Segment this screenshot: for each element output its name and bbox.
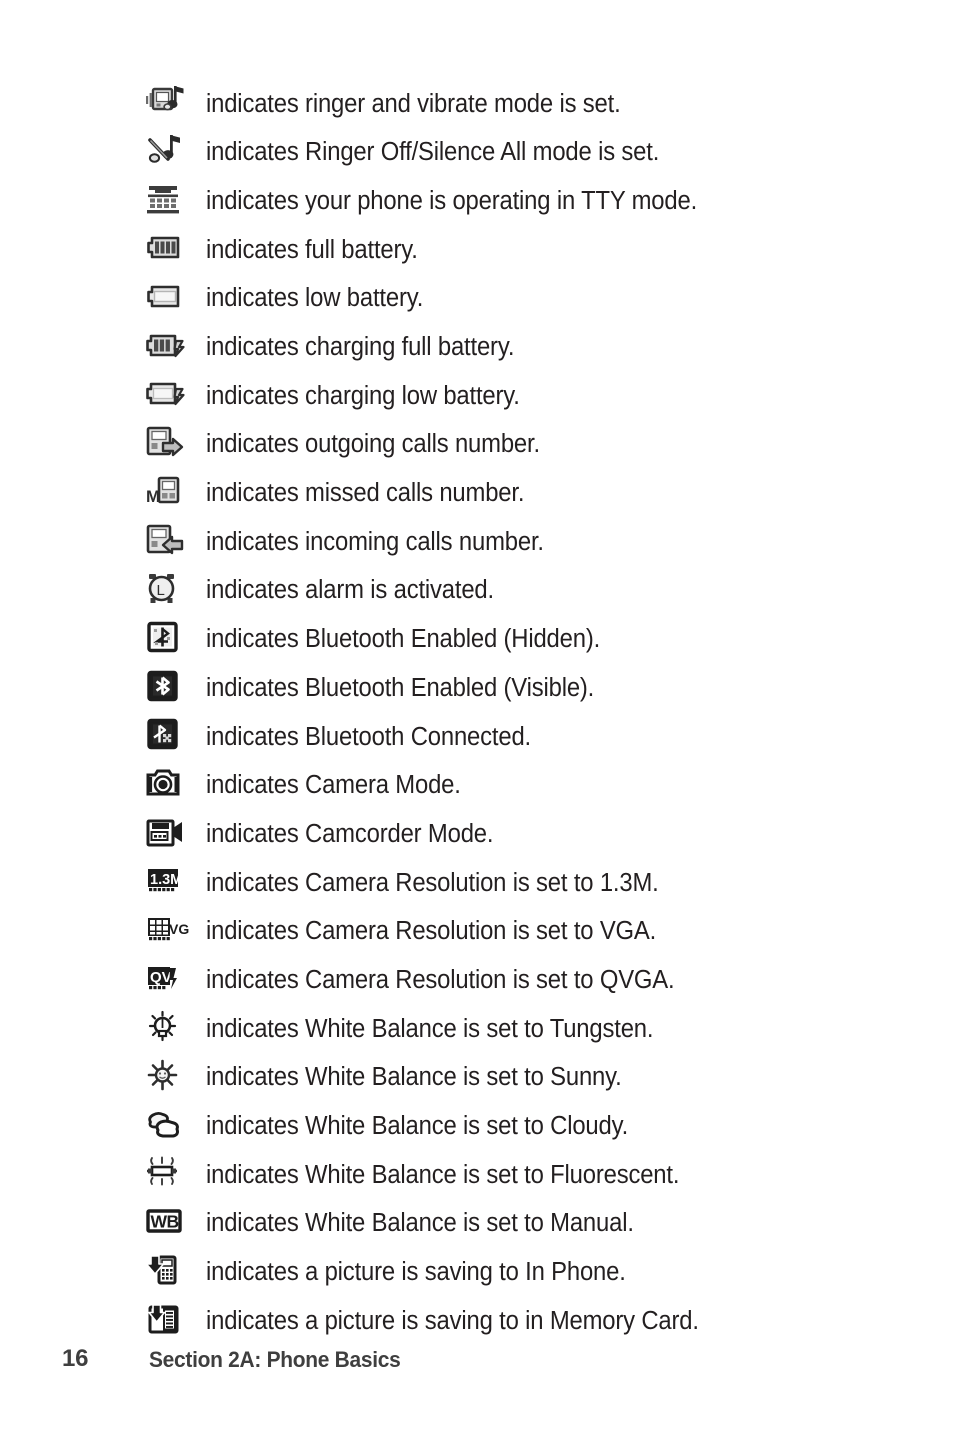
camera-resolution-vga-icon: VGA [144,910,206,952]
list-item-label: indicates your phone is operating in TTY… [206,186,698,215]
list-item: indicates incoming calls number. [144,517,904,566]
white-balance-manual-label: WB [151,1212,179,1232]
phone-status-icon-list: indicates ringer and vibrate mode is set… [144,79,904,1345]
alarm-clock-icon: L [144,569,206,611]
list-item: VGA indicates Camera Resolution is set t… [144,907,904,956]
camcorder-mode-icon [144,813,206,855]
list-item-label: indicates White Balance is set to Tungst… [206,1014,654,1043]
list-item-label: indicates a picture is saving to in Memo… [206,1306,699,1335]
list-item: indicates full battery. [144,225,904,274]
list-item: indicates outgoing calls number. [144,420,904,469]
battery-low-icon [144,277,206,319]
list-item: indicates charging low battery. [144,371,904,420]
list-item: L indicates alarm is activated. [144,566,904,615]
list-item: indicates Bluetooth Enabled (Hidden). [144,615,904,664]
list-item-label: indicates Ringer Off/Silence All mode is… [206,138,660,167]
list-item: indicates Camera Mode. [144,761,904,810]
page-number: 16 [62,1345,89,1372]
list-item: WB indicates White Balance is set to Man… [144,1199,904,1248]
list-item: 1.3M indicates Camera Resolution is set … [144,858,904,907]
list-item-label: indicates outgoing calls number. [206,430,540,459]
white-balance-fluorescent-icon [144,1153,206,1195]
outgoing-calls-icon [144,423,206,465]
ringer-vibrate-icon [144,82,206,124]
camera-mode-icon [144,764,206,806]
list-item-label: indicates Camcorder Mode. [206,819,494,848]
list-item-label: indicates White Balance is set to Sunny. [206,1063,622,1092]
battery-full-icon [144,228,206,270]
list-item: indicates White Balance is set to Cloudy… [144,1101,904,1150]
white-balance-manual-icon: WB [144,1202,206,1244]
list-item: indicates charging full battery. [144,322,904,371]
ringer-off-silence-all-icon [144,131,206,173]
white-balance-sunny-icon [144,1056,206,1098]
list-item-label: indicates Bluetooth Connected. [206,722,532,751]
list-item-label: indicates low battery. [206,284,424,313]
list-item-label: indicates Camera Resolution is set to 1.… [206,868,659,897]
section-label: Section 2A: Phone Basics [149,1347,401,1372]
battery-charging-full-icon [144,326,206,368]
list-item-label: indicates Camera Resolution is set to VG… [206,917,657,946]
white-balance-tungsten-icon [144,1007,206,1049]
manual-page: indicates ringer and vibrate mode is set… [0,0,954,1431]
list-item-label: indicates White Balance is set to Manual… [206,1209,634,1238]
battery-charging-low-icon [144,374,206,416]
alarm-clock-face-letter: L [157,582,165,599]
list-item-label: indicates Camera Mode. [206,771,461,800]
page-footer: 16 Section 2A: Phone Basics [0,1345,954,1391]
list-item: indicates a picture is saving to in Memo… [144,1296,904,1345]
bluetooth-enabled-visible-icon [144,667,206,709]
incoming-calls-icon [144,521,206,563]
camera-resolution-1-3m-icon: 1.3M [144,861,206,903]
camera-resolution-qvga-label: QV [150,969,172,986]
tty-mode-icon [144,180,206,222]
camera-resolution-vga-label: VGA [169,921,189,937]
list-item: M indicates missed calls number. [144,469,904,518]
list-item-label: indicates Bluetooth Enabled (Hidden). [206,625,601,654]
bluetooth-enabled-hidden-icon [144,618,206,660]
list-item-label: indicates ringer and vibrate mode is set… [206,89,621,118]
list-item: indicates your phone is operating in TTY… [144,176,904,225]
list-item-label: indicates Camera Resolution is set to QV… [206,965,675,994]
missed-calls-icon: M [144,472,206,514]
saving-to-in-phone-icon [144,1251,206,1293]
camera-resolution-qvga-icon: QV [144,959,206,1001]
list-item: indicates Bluetooth Enabled (Visible). [144,663,904,712]
list-item: indicates Camcorder Mode. [144,809,904,858]
bluetooth-connected-icon [144,715,206,757]
list-item-label: indicates Bluetooth Enabled (Visible). [206,673,595,702]
list-item-label: indicates charging full battery. [206,333,515,362]
list-item-label: indicates charging low battery. [206,381,520,410]
list-item-label: indicates a picture is saving to In Phon… [206,1258,626,1287]
list-item: indicates Bluetooth Connected. [144,712,904,761]
list-item: indicates White Balance is set to Fluore… [144,1150,904,1199]
list-item: indicates ringer and vibrate mode is set… [144,79,904,128]
camera-resolution-1-3m-label: 1.3M [150,872,182,888]
list-item: indicates low battery. [144,274,904,323]
list-item: indicates White Balance is set to Tungst… [144,1004,904,1053]
white-balance-cloudy-icon [144,1105,206,1147]
list-item-label: indicates alarm is activated. [206,576,494,605]
list-item-label: indicates full battery. [206,235,418,264]
saving-to-memory-card-icon [144,1300,206,1342]
list-item: indicates Ringer Off/Silence All mode is… [144,128,904,177]
list-item: indicates White Balance is set to Sunny. [144,1053,904,1102]
list-item: indicates a picture is saving to In Phon… [144,1248,904,1297]
list-item-label: indicates missed calls number. [206,479,525,508]
list-item-label: indicates incoming calls number. [206,527,544,556]
list-item-label: indicates White Balance is set to Cloudy… [206,1112,629,1141]
list-item-label: indicates White Balance is set to Fluore… [206,1160,680,1189]
list-item: QV indicates Camera Resolution is set to… [144,955,904,1004]
